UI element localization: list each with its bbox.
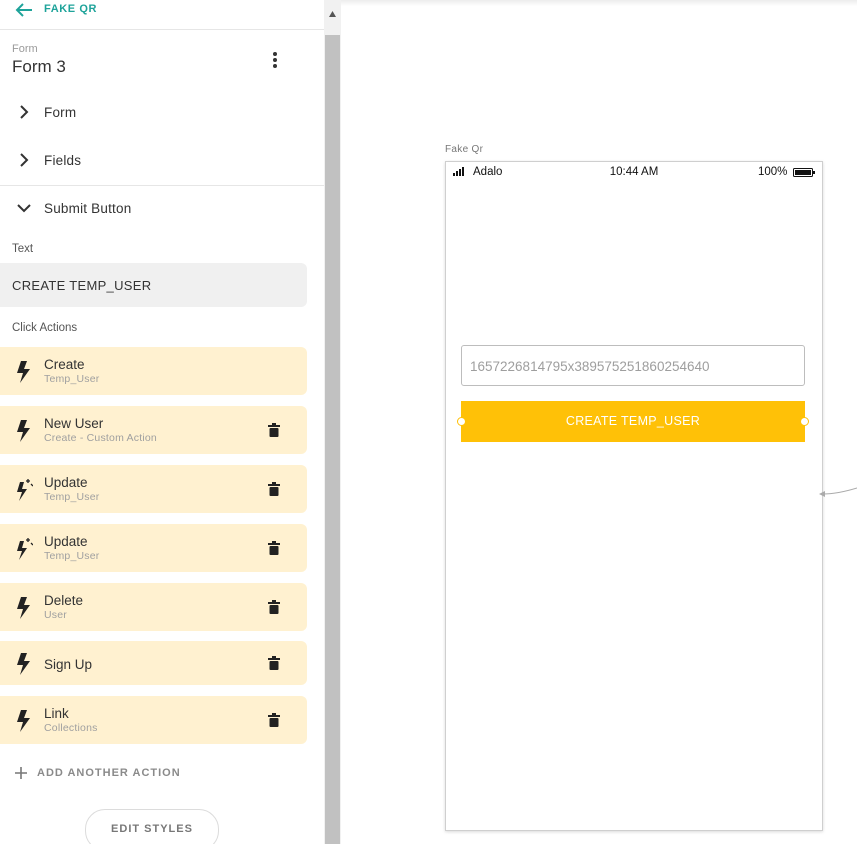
create-button-label: CREATE TEMP_USER	[565, 414, 701, 428]
section-label: Fields	[44, 153, 82, 168]
chevron-right-icon	[20, 105, 29, 119]
action-item[interactable]: Sign Up	[0, 641, 307, 685]
trash-icon[interactable]	[268, 713, 280, 727]
resize-handle-right[interactable]	[800, 417, 809, 426]
more-options-icon[interactable]	[265, 49, 285, 71]
bolt-icon	[17, 597, 30, 619]
bolt-icon	[17, 420, 30, 442]
component-name: Form 3	[12, 57, 66, 76]
canvas-top-shadow	[341, 0, 857, 6]
battery-percent: 100%	[758, 166, 788, 178]
bolt-icon	[17, 361, 30, 383]
component-type-label: Form	[12, 43, 38, 55]
battery-icon	[793, 168, 815, 177]
action-title: New User	[44, 416, 104, 431]
scroll-thumb[interactable]	[325, 35, 340, 844]
trash-icon[interactable]	[268, 423, 280, 437]
action-item[interactable]: New User Create - Custom Action	[0, 406, 307, 454]
section-label: Form	[44, 105, 77, 120]
action-title: Sign Up	[44, 657, 93, 672]
trash-icon[interactable]	[268, 656, 280, 670]
screen-name-label[interactable]: Fake Qr	[445, 144, 483, 155]
action-title: Update	[44, 475, 88, 490]
back-label[interactable]: FAKE QR	[44, 3, 97, 15]
status-bar: Adalo 10:44 AM 100%	[446, 162, 822, 182]
action-subtitle: Create - Custom Action	[44, 432, 157, 444]
action-title: Delete	[44, 593, 84, 608]
editor-canvas[interactable]: Fake Qr Adalo 10:44 AM 100% 165722681479…	[341, 0, 857, 844]
action-item[interactable]: Link Collections	[0, 696, 307, 744]
edit-styles-button[interactable]: EDIT STYLES	[85, 809, 219, 844]
action-subtitle: Collections	[44, 722, 98, 734]
section-fields[interactable]: Fields	[0, 138, 324, 184]
section-submit-button[interactable]: Submit Button	[0, 186, 324, 232]
create-temp-user-button[interactable]: CREATE TEMP_USER	[461, 401, 805, 442]
link-arrow-icon	[819, 487, 857, 497]
plus-icon	[15, 767, 27, 779]
phone-screen[interactable]: Adalo 10:44 AM 100% 1657226814795x389575…	[445, 161, 823, 831]
text-heading: Text	[12, 243, 34, 255]
section-form[interactable]: Form	[0, 90, 324, 136]
back-navigation[interactable]: FAKE QR	[0, 0, 324, 30]
button-text-value: CREATE TEMP_USER	[12, 278, 152, 293]
trash-icon[interactable]	[268, 600, 280, 614]
trash-icon[interactable]	[268, 541, 280, 555]
panel-scrollbar[interactable]	[324, 0, 341, 844]
button-text-input[interactable]: CREATE TEMP_USER	[0, 263, 307, 307]
action-title: Update	[44, 534, 88, 549]
action-title: Link	[44, 706, 69, 721]
section-label: Submit Button	[44, 201, 132, 216]
bolt-icon	[17, 710, 30, 732]
action-item[interactable]: Update Temp_User	[0, 524, 307, 572]
bolt-sparkle-icon	[17, 538, 33, 560]
add-action-label: ADD ANOTHER ACTION	[37, 767, 181, 779]
action-item[interactable]: Delete User	[0, 583, 307, 631]
scroll-up-arrow-icon[interactable]	[328, 10, 337, 18]
properties-panel: FAKE QR Form Form 3 Form Fields Submit B…	[0, 0, 324, 844]
action-item[interactable]: Update Temp_User	[0, 465, 307, 513]
chevron-down-icon	[17, 204, 31, 213]
action-subtitle: User	[44, 609, 67, 621]
qr-text-input[interactable]: 1657226814795x389575251860254640	[461, 345, 805, 386]
action-title: Create	[44, 357, 85, 372]
bolt-icon	[17, 653, 30, 675]
resize-handle-left[interactable]	[457, 417, 466, 426]
click-actions-heading: Click Actions	[12, 322, 78, 334]
qr-input-value: 1657226814795x389575251860254640	[470, 359, 710, 374]
edit-styles-label: EDIT STYLES	[111, 823, 193, 835]
action-subtitle: Temp_User	[44, 491, 100, 503]
chevron-right-icon	[20, 153, 29, 167]
trash-icon[interactable]	[268, 482, 280, 496]
action-subtitle: Temp_User	[44, 373, 100, 385]
arrow-left-icon[interactable]	[14, 1, 34, 19]
action-subtitle: Temp_User	[44, 550, 100, 562]
bolt-sparkle-icon	[17, 479, 33, 501]
action-item[interactable]: Create Temp_User	[0, 347, 307, 395]
